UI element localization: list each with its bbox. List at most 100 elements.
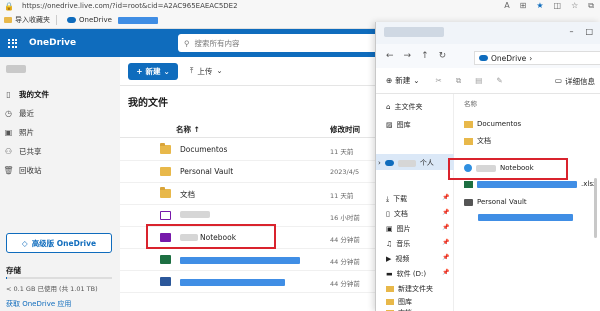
favorite-onedrive[interactable]: OneDrive: [67, 16, 112, 24]
brand-title[interactable]: OneDrive: [29, 38, 76, 48]
onenote-icon: [160, 211, 171, 220]
pin-icon: 📌: [442, 209, 450, 216]
maximize-icon[interactable]: □: [585, 27, 593, 36]
folder-icon: [464, 120, 473, 128]
download-icon: ⤓: [386, 194, 390, 203]
search-input[interactable]: ⚲ 搜索所有内容: [178, 34, 378, 52]
list-column-name[interactable]: 名称: [464, 98, 477, 108]
music-icon: ♫: [386, 240, 393, 248]
collections-icon[interactable]: ⧉: [588, 1, 594, 11]
file-name-redacted: [180, 279, 285, 286]
table-row[interactable]: Documentos 11 天前: [120, 139, 375, 161]
table-row[interactable]: Notebook 44 分钟前: [120, 227, 375, 249]
forward-arrow-icon[interactable]: →: [404, 51, 412, 61]
chevron-down-icon: ⌄: [163, 67, 170, 76]
favorites-icon[interactable]: ☆: [571, 1, 578, 11]
vault-icon: [464, 198, 473, 206]
new-button[interactable]: + 新建 ⌄: [128, 63, 178, 80]
pin-icon: 📌: [442, 269, 450, 276]
table-row[interactable]: 文档 11 天前: [120, 183, 375, 205]
page-title: 我的文件: [128, 98, 168, 109]
cloud-icon: [67, 17, 76, 23]
storage-bar: [6, 277, 112, 279]
sidebar-label: 下载: [393, 195, 408, 203]
up-arrow-icon[interactable]: ↑: [421, 51, 429, 61]
sidebar-label: 视频: [395, 255, 410, 263]
table-row[interactable]: 16 小时前: [120, 205, 375, 227]
diamond-icon: ◇: [21, 238, 28, 248]
plus-icon: +: [136, 67, 143, 76]
table-row[interactable]: 44 分钟前: [120, 249, 375, 271]
list-item[interactable]: Personal Vault: [464, 198, 527, 206]
excel-icon: [160, 255, 171, 264]
reader-icon[interactable]: A: [504, 1, 509, 11]
explorer-new-button[interactable]: ⊕ 新建 ⌄: [386, 75, 420, 86]
table-row[interactable]: 44 分钟前: [120, 271, 375, 293]
table-row[interactable]: Personal Vault 2023/4/5: [120, 161, 375, 183]
app-launcher-icon[interactable]: [8, 38, 17, 48]
nav-recent[interactable]: ◷ 最近: [4, 108, 34, 119]
sidebar-label: 软件 (D:): [396, 270, 427, 278]
minimize-icon[interactable]: –: [569, 27, 573, 36]
sidebar-item-videos[interactable]: ▶ 视频 📌: [386, 254, 449, 264]
sidebar-item-personal[interactable]: › 个人: [378, 158, 434, 168]
url-text[interactable]: https://onedrive.live.com/?id=root&cid=A…: [22, 2, 238, 10]
drive-icon: ▬: [386, 270, 393, 278]
item-label: Notebook: [500, 164, 534, 172]
divider: [56, 15, 57, 25]
details-button[interactable]: ▭ 详细信息: [555, 76, 595, 87]
nav-recycle-bin[interactable]: 🗑 回收站: [3, 165, 42, 176]
star-icon[interactable]: ★: [536, 1, 543, 11]
list-item[interactable]: Documentos: [464, 120, 521, 128]
sidebar-item-drive-d[interactable]: ▬ 软件 (D:) 📌: [386, 269, 449, 279]
table-header: 名称 ↑ 修改时间: [120, 120, 375, 138]
sidebar-label: 图库: [398, 298, 412, 306]
file-name: Documentos: [180, 145, 228, 154]
sidebar-item-pictures[interactable]: ▣ 图片 📌: [386, 224, 449, 234]
folder-icon: [464, 137, 473, 145]
plus-circle-icon: ⊕: [386, 76, 393, 85]
rename-icon[interactable]: ✎: [496, 76, 502, 86]
list-item[interactable]: .xlsx: [464, 180, 597, 188]
explorer-address[interactable]: OneDrive ›: [474, 51, 600, 65]
list-item[interactable]: 文档: [464, 136, 491, 146]
nav-my-files[interactable]: ▯ 我的文件: [4, 89, 49, 100]
upload-button[interactable]: ⤒ 上传 ⌄: [190, 66, 223, 77]
split-icon[interactable]: ◫: [554, 1, 562, 11]
copy-icon[interactable]: ⧉: [456, 76, 461, 86]
nav-label: 回收站: [19, 166, 42, 175]
scrollbar[interactable]: [594, 178, 597, 238]
upload-icon: ⤒: [190, 66, 194, 75]
sidebar-item-documents[interactable]: ▯ 文档 📌: [386, 209, 449, 219]
sidebar-item-gallery[interactable]: ▨ 图库: [386, 120, 411, 130]
sidebar-item-home[interactable]: ⌂ 主文件夹: [386, 102, 422, 112]
file-name: 文档: [180, 190, 195, 199]
list-item[interactable]: Notebook: [464, 164, 534, 172]
nav-photos[interactable]: ▣ 照片: [4, 127, 34, 138]
premium-button[interactable]: ◇ 高级版 OneDrive: [6, 233, 112, 253]
column-name[interactable]: 名称 ↑: [176, 124, 200, 135]
main-content: + 新建 ⌄ ⤒ 上传 ⌄ 我的文件 名称 ↑ 修改时间 Documentos …: [120, 57, 375, 311]
sidebar-item-gallery-folder[interactable]: 图库: [386, 297, 412, 307]
cut-icon[interactable]: ✂: [436, 76, 442, 86]
details-label: 详细信息: [565, 77, 595, 86]
paste-icon[interactable]: ▤: [475, 76, 482, 86]
pin-icon: 📌: [442, 224, 450, 231]
get-app-link[interactable]: 获取 OneDrive 应用: [6, 299, 71, 309]
new-label: 新建: [395, 76, 411, 85]
back-arrow-icon[interactable]: ←: [386, 51, 394, 61]
nav-shared[interactable]: ⚇ 已共享: [4, 146, 42, 157]
home-icon: ⌂: [386, 103, 391, 111]
favorite-import[interactable]: 导入收藏夹: [4, 15, 50, 25]
column-modified[interactable]: 修改时间: [330, 124, 360, 135]
item-label: Documentos: [477, 120, 522, 128]
favorite-label: OneDrive: [79, 16, 112, 24]
refresh-icon[interactable]: ↻: [439, 51, 447, 61]
sidebar-item-music[interactable]: ♫ 音乐 📌: [386, 239, 449, 249]
sidebar-label: 音乐: [396, 240, 411, 248]
extensions-icon[interactable]: ⊞: [520, 1, 527, 11]
sidebar-item-new-folder[interactable]: 新建文件夹: [386, 284, 433, 294]
sidebar-item-downloads[interactable]: ⤓ 下载 📌: [386, 194, 449, 204]
explorer-tab-redacted[interactable]: [384, 27, 444, 37]
file-name-prefix-redacted: [180, 234, 198, 241]
